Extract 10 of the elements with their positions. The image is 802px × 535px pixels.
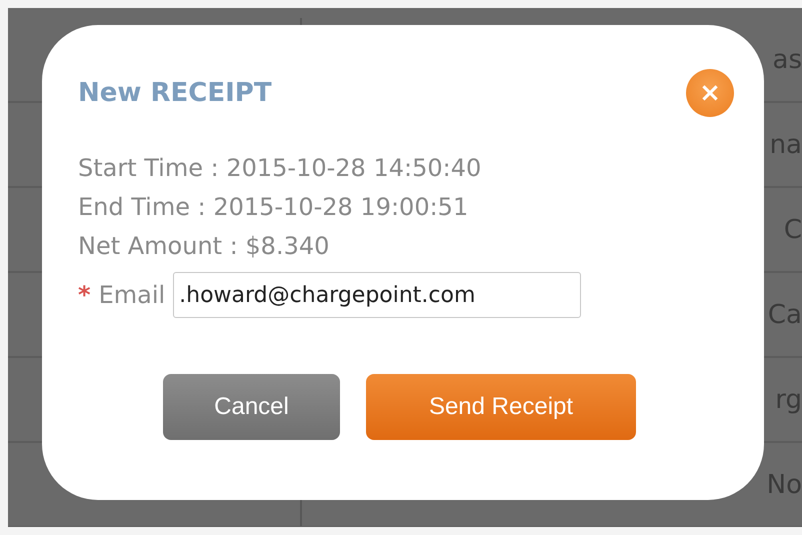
detail-line: Net Amount : $8.340 bbox=[78, 231, 330, 262]
email-field[interactable]: .howard@chargepoint.com bbox=[173, 272, 582, 318]
cancel-button[interactable]: Cancel bbox=[163, 374, 340, 440]
detail-line: End Time : 2015-10-28 19:00:51 bbox=[78, 192, 470, 223]
email-label: Email bbox=[98, 281, 166, 309]
detail-line: Start Time : 2015-10-28 14:50:40 bbox=[78, 153, 482, 184]
close-button[interactable]: × bbox=[686, 69, 734, 117]
dialog-title: New RECEIPT bbox=[78, 78, 272, 108]
send-receipt-button[interactable]: Send Receipt bbox=[366, 374, 636, 440]
required-mark: * bbox=[78, 281, 91, 309]
